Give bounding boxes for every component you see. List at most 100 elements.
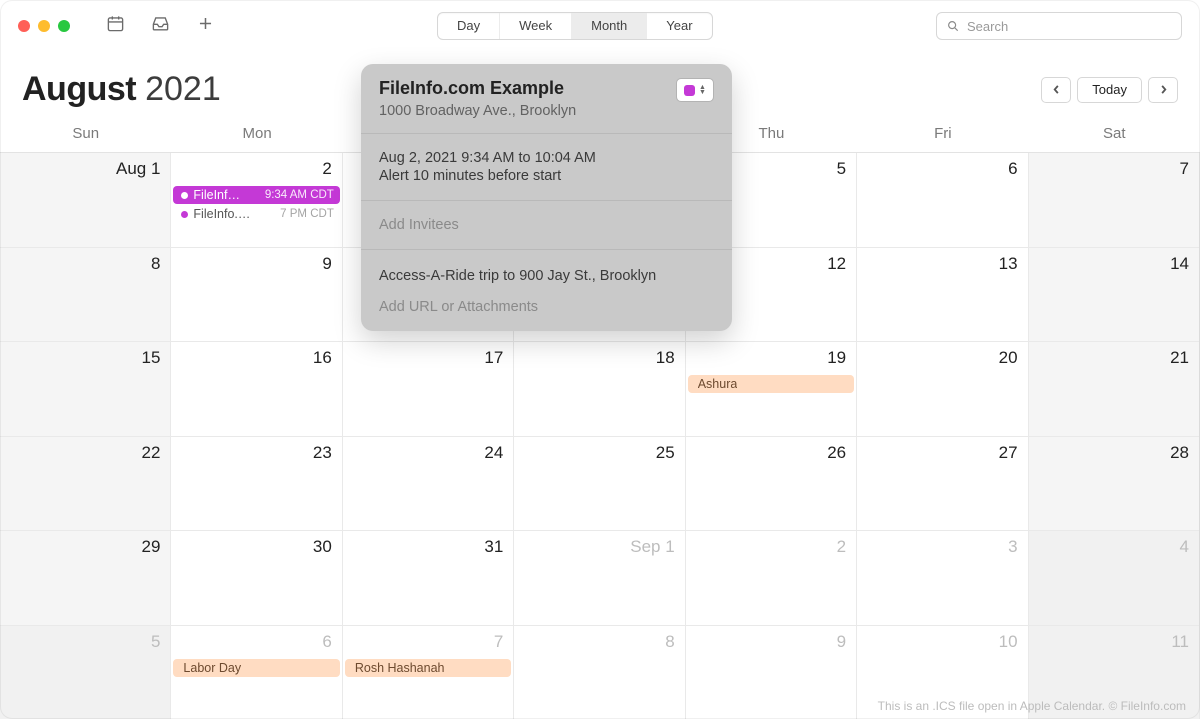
day-number: 17	[484, 348, 503, 368]
search-input[interactable]	[936, 12, 1182, 40]
day-cell[interactable]: 23	[171, 437, 342, 532]
day-cell[interactable]: 3	[857, 531, 1028, 626]
day-cell[interactable]: 6	[857, 153, 1028, 248]
event-alert[interactable]: Alert 10 minutes before start	[379, 168, 714, 184]
day-cell[interactable]: 14	[1029, 248, 1200, 343]
day-cell[interactable]: 28	[1029, 437, 1200, 532]
day-cell[interactable]: 6 Labor Day	[171, 626, 342, 719]
add-icon[interactable]	[196, 14, 215, 38]
day-cell[interactable]: 5	[0, 626, 171, 719]
day-cell[interactable]: 9	[686, 626, 857, 719]
toolbar: DayWeekMonthYear	[0, 0, 1200, 52]
day-number: 29	[142, 537, 161, 557]
watermark-text: This is an .ICS file open in Apple Calen…	[878, 699, 1186, 713]
day-number: 25	[656, 443, 675, 463]
calendar-color-picker[interactable]: ▲▼	[676, 78, 714, 102]
today-button[interactable]: Today	[1077, 77, 1142, 103]
day-cell[interactable]: 7	[1029, 153, 1200, 248]
search-icon	[946, 19, 960, 33]
day-number: 6	[322, 632, 331, 652]
calendars-icon[interactable]	[106, 14, 125, 38]
view-seg-year[interactable]: Year	[647, 13, 711, 39]
inbox-icon[interactable]	[151, 14, 170, 38]
event-pill-time: 9:34 AM CDT	[265, 189, 334, 201]
event-pill[interactable]: FileInf…9:34 AM CDT	[173, 186, 339, 204]
toolbar-icon-group	[106, 14, 215, 38]
dow-label: Sat	[1029, 125, 1200, 142]
day-number: Sep 1	[630, 537, 674, 557]
day-cell[interactable]: 17	[343, 342, 514, 437]
add-invitees-field[interactable]: Add Invitees	[379, 217, 714, 233]
next-month-button[interactable]	[1148, 77, 1178, 103]
fullscreen-window-button[interactable]	[58, 20, 70, 32]
day-cell[interactable]: 20	[857, 342, 1028, 437]
day-cell[interactable]: 29	[0, 531, 171, 626]
day-cell[interactable]: 31	[343, 531, 514, 626]
day-cell[interactable]: Sep 1	[514, 531, 685, 626]
close-window-button[interactable]	[18, 20, 30, 32]
day-number: 15	[142, 348, 161, 368]
day-number: 2	[322, 159, 331, 179]
day-events: Labor Day	[171, 658, 341, 678]
popover-notes-section: Access-A-Ride trip to 900 Jay St., Brook…	[361, 250, 732, 331]
day-number: 6	[1008, 159, 1017, 179]
day-cell[interactable]: Aug 1	[0, 153, 171, 248]
day-cell[interactable]: 2	[686, 531, 857, 626]
event-pill[interactable]: Labor Day	[173, 659, 339, 677]
day-cell[interactable]: 4	[1029, 531, 1200, 626]
day-number: 24	[484, 443, 503, 463]
event-pill-time: 7 PM CDT	[280, 208, 334, 220]
day-cell[interactable]: 19Ashura	[686, 342, 857, 437]
day-cell[interactable]: 30	[171, 531, 342, 626]
event-pill[interactable]: FileInfo.… 7 PM CDT	[173, 205, 339, 223]
event-pill[interactable]: Rosh Hashanah	[345, 659, 511, 677]
view-seg-week[interactable]: Week	[500, 13, 572, 39]
day-cell[interactable]: 15	[0, 342, 171, 437]
page-title-month: August	[22, 70, 136, 109]
view-seg-day[interactable]: Day	[438, 13, 500, 39]
event-pill-label: Ashura	[698, 377, 738, 391]
day-cell[interactable]: 13	[857, 248, 1028, 343]
day-cell[interactable]: 21	[1029, 342, 1200, 437]
day-cell[interactable]: 25	[514, 437, 685, 532]
day-cell[interactable]: 8	[0, 248, 171, 343]
chevron-up-down-icon: ▲▼	[699, 85, 706, 95]
day-cell[interactable]: 24	[343, 437, 514, 532]
day-number: 9	[837, 632, 846, 652]
day-number: 21	[1170, 348, 1189, 368]
day-number: 11	[1171, 632, 1189, 652]
day-number: 22	[142, 443, 161, 463]
day-cell[interactable]: 9	[171, 248, 342, 343]
day-number: 14	[1170, 254, 1189, 274]
day-number: 20	[999, 348, 1018, 368]
view-seg-month[interactable]: Month	[572, 13, 647, 39]
popover-invitees-section[interactable]: Add Invitees	[361, 201, 732, 250]
day-cell[interactable]: 7Rosh Hashanah	[343, 626, 514, 719]
event-location[interactable]: 1000 Broadway Ave., Brooklyn	[379, 103, 576, 119]
day-number: 16	[313, 348, 332, 368]
add-url-attachments-field[interactable]: Add URL or Attachments	[379, 299, 714, 315]
event-notes[interactable]: Access-A-Ride trip to 900 Jay St., Brook…	[379, 266, 714, 287]
window-controls	[18, 20, 70, 32]
event-pill[interactable]: Ashura	[688, 375, 854, 393]
view-segmented-control: DayWeekMonthYear	[437, 12, 713, 40]
day-cell[interactable]: 2 FileInf…9:34 AM CDT FileInfo.… 7 PM CDT	[171, 153, 342, 248]
day-cell[interactable]: 16	[171, 342, 342, 437]
dow-label: Fri	[857, 125, 1028, 142]
event-datetime[interactable]: Aug 2, 2021 9:34 AM to 10:04 AM	[379, 150, 714, 166]
day-cell[interactable]: 18	[514, 342, 685, 437]
day-cell[interactable]: 8	[514, 626, 685, 719]
event-title[interactable]: FileInfo.com Example	[379, 78, 576, 99]
prev-month-button[interactable]	[1041, 77, 1071, 103]
day-cell[interactable]: 27	[857, 437, 1028, 532]
day-cell[interactable]: 26	[686, 437, 857, 532]
event-pill-label: Rosh Hashanah	[355, 661, 445, 675]
day-number: 2	[837, 537, 846, 557]
day-number: 12	[827, 254, 846, 274]
event-color-dot	[181, 211, 188, 218]
day-cell[interactable]: 22	[0, 437, 171, 532]
day-number: 13	[999, 254, 1018, 274]
minimize-window-button[interactable]	[38, 20, 50, 32]
day-number: 7	[1180, 159, 1189, 179]
event-pill-label: FileInfo.…	[193, 207, 250, 221]
